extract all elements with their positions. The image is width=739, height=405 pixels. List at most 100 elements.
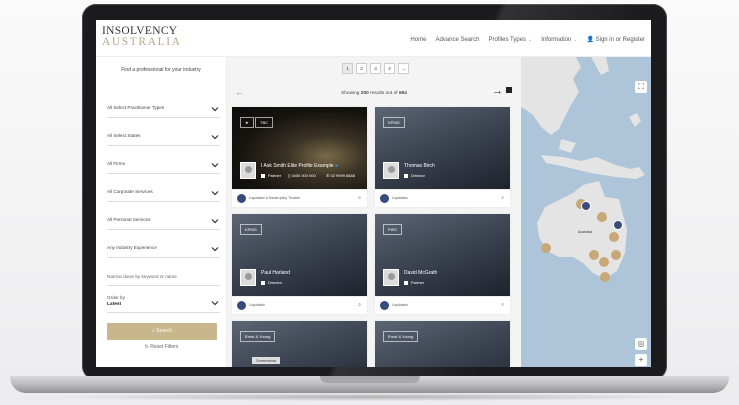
- select-practitioner-types[interactable]: All Select Practitioner Types: [107, 102, 220, 118]
- nav-home[interactable]: Home: [410, 37, 426, 43]
- reset-filters-link[interactable]: ↻ Reset Filters: [96, 344, 227, 350]
- profile-card[interactable]: KPMG Thomas Birch Director Liquidator ⌕: [375, 107, 510, 207]
- firm-logo-icon: [237, 301, 246, 310]
- map-pin-marker[interactable]: [613, 220, 623, 230]
- map-cluster-marker[interactable]: [609, 232, 619, 242]
- firm-tag: TBC: [255, 117, 273, 128]
- firm-tag: PWC: [383, 224, 403, 235]
- reset-label: Reset Filters: [150, 344, 179, 350]
- arrow-right-icon[interactable]: →: [492, 85, 503, 97]
- firm-tag: KPMG: [240, 224, 262, 235]
- select-corporate-services[interactable]: All Corporate Services: [107, 186, 220, 202]
- profile-role: Partner: [261, 173, 281, 178]
- order-value: Latest: [107, 302, 122, 307]
- filter-sidebar: Find a professional for your industry Al…: [96, 57, 227, 367]
- map-landmass: [521, 57, 645, 279]
- results-map[interactable]: Australia ⛶ + ◎: [521, 57, 651, 367]
- search-button[interactable]: ⌕ Search: [107, 323, 217, 340]
- nav-advanced-search[interactable]: Advance Search: [435, 37, 479, 43]
- profile-card[interactable]: PWC David McGrath Partner Liquidator ⌕: [375, 214, 510, 314]
- role-text: Director: [268, 280, 283, 285]
- showing-count: 200: [360, 91, 369, 96]
- search-button-label: Search: [156, 328, 173, 334]
- profile-card[interactable]: Ernst & Young Screenshot: [232, 321, 367, 367]
- map-cluster-marker[interactable]: [599, 257, 609, 267]
- briefcase-icon: [404, 280, 408, 285]
- mobile-number[interactable]: ▯ 0400 000 000: [288, 173, 316, 178]
- logo-line2: AUSTRALIA: [102, 36, 182, 48]
- map-cluster-marker[interactable]: [589, 250, 599, 260]
- briefcase-icon: [404, 173, 408, 178]
- map-pin-marker[interactable]: [581, 201, 591, 211]
- locate-icon[interactable]: ◎: [635, 338, 647, 350]
- nav-information[interactable]: Information ⌄: [541, 37, 577, 43]
- profile-name: Thomas Birch: [404, 163, 435, 169]
- select-label: All Corporate Services: [107, 189, 153, 194]
- avatar: [240, 269, 256, 286]
- profile-role: Partner: [404, 280, 424, 285]
- profile-role: Director: [261, 280, 282, 285]
- briefcase-icon: [261, 280, 265, 285]
- chevron-down-icon: [211, 219, 219, 224]
- profile-card[interactable]: Ernst & Young: [375, 321, 510, 367]
- phone1-text: 0400 000 000: [291, 173, 316, 178]
- page-next[interactable]: →: [398, 63, 409, 74]
- search-icon[interactable]: ⌕: [501, 302, 504, 308]
- page-3[interactable]: 3: [370, 63, 381, 74]
- select-industry-experience[interactable]: Any Industry Experience: [107, 242, 220, 258]
- select-personal-services[interactable]: All Personal Services: [107, 214, 220, 230]
- results-count: Showing 200 results out of 694: [227, 91, 521, 96]
- nav-signin[interactable]: Sign in: [596, 37, 614, 43]
- select-label: Any Industry Experience: [107, 245, 157, 250]
- select-states[interactable]: All Select States: [107, 130, 220, 146]
- page-4[interactable]: 4: [384, 63, 395, 74]
- profile-card[interactable]: ★ TBC I Ask Smith Elite Profile Example …: [232, 107, 367, 207]
- office-number[interactable]: ✆ 02 9999 8888: [326, 173, 355, 178]
- map-cluster-marker[interactable]: [600, 272, 610, 282]
- page-1[interactable]: 1: [342, 63, 353, 74]
- map-toggle-icon[interactable]: [506, 87, 512, 93]
- chevron-down-icon: [211, 163, 219, 168]
- fullscreen-icon[interactable]: ⛶: [635, 81, 647, 93]
- search-icon[interactable]: ⌕: [501, 195, 504, 201]
- keyword-input[interactable]: Narrow down by keyword or name: [107, 270, 220, 286]
- card-footer: Liquidator ⌕: [375, 189, 510, 207]
- search-icon[interactable]: ⌕: [358, 195, 361, 201]
- profile-name: I Ask Smith Elite Profile Example ●: [261, 163, 338, 169]
- search-icon[interactable]: ⌕: [358, 302, 361, 308]
- card-footer: Liquidator ⌕: [232, 296, 367, 314]
- zoom-in-icon[interactable]: +: [635, 354, 647, 366]
- results-panel: 1 2 3 4 → ← Showing 200 results out of 6…: [227, 57, 521, 367]
- nav-register[interactable]: Register: [623, 37, 645, 43]
- map-cluster-marker[interactable]: [597, 212, 607, 222]
- practitioner-type: Liquidator: [392, 196, 408, 200]
- firm-tag: KPMG: [383, 117, 405, 128]
- practitioner-type: Liquidator & Bankruptcy Trustee: [249, 196, 301, 200]
- featured-star-badge: ★: [240, 117, 254, 128]
- avatar: [383, 162, 399, 179]
- profile-name: Paul Harland: [261, 270, 290, 276]
- practitioner-type: Liquidator: [249, 303, 265, 307]
- profile-card[interactable]: KPMG Paul Harland Director Liquidator ⌕: [232, 214, 367, 314]
- profile-role: Director: [404, 173, 425, 178]
- profile-name-text: I Ask Smith Elite Profile Example: [261, 163, 334, 169]
- nav-account: 👤 Sign in or Register: [586, 37, 645, 43]
- firm-tag: Ernst & Young: [240, 331, 276, 342]
- firm-logo-icon: [380, 194, 389, 203]
- keyword-placeholder: Narrow down by keyword or name: [107, 274, 177, 279]
- laptop-screen: INSOLVENCY AUSTRALIA Home Advance Search…: [96, 20, 651, 367]
- chevron-down-icon: [211, 301, 219, 306]
- main-nav: Home Advance Search Profiles Types ⌄ Info…: [410, 36, 645, 44]
- page-2[interactable]: 2: [356, 63, 367, 74]
- card-ribbon: Screenshot: [252, 357, 281, 364]
- map-cluster-marker[interactable]: [611, 250, 621, 260]
- nav-profiles-types[interactable]: Profiles Types ⌄: [488, 37, 532, 43]
- select-label: All Select States: [107, 133, 141, 138]
- chevron-down-icon: [211, 107, 219, 112]
- firm-logo-icon: [237, 194, 246, 203]
- order-by-select[interactable]: Order by Latest: [107, 293, 220, 313]
- showing-prefix: Showing: [341, 91, 360, 96]
- map-cluster-marker[interactable]: [541, 243, 551, 253]
- select-firms[interactable]: All Firms: [107, 158, 220, 174]
- site-logo[interactable]: INSOLVENCY AUSTRALIA: [102, 25, 182, 48]
